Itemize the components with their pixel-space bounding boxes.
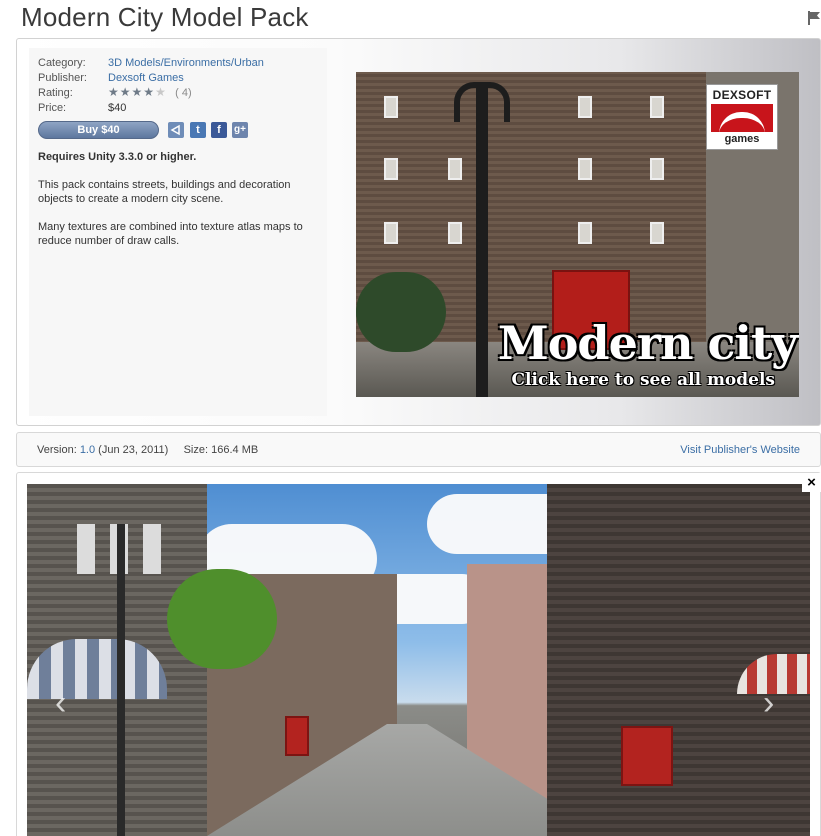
size-value: 166.4 MB (211, 444, 259, 456)
hero-window (384, 158, 398, 180)
red-box (621, 726, 673, 786)
star-icon: ★ (108, 85, 120, 99)
red-box (285, 716, 309, 756)
street-lamp-post (117, 524, 125, 836)
price-label: Price: (38, 102, 67, 114)
description-paragraph-2: Many textures are combined into texture … (38, 221, 303, 247)
hero-window (578, 222, 592, 244)
hero-caption-title: Modern city (497, 316, 798, 370)
hero-window (448, 158, 462, 180)
google-plus-icon[interactable]: g+ (232, 122, 248, 138)
size-label: Size: (183, 444, 209, 456)
version-date: (Jun 23, 2011) (98, 444, 169, 456)
star-icon: ★ (131, 85, 144, 99)
hero-shrub (356, 272, 446, 352)
flag-icon[interactable] (808, 11, 821, 25)
star-icon: ★ (143, 85, 156, 99)
page-title: Modern City Model Pack (21, 2, 309, 32)
publisher-website-link[interactable]: Visit Publisher's Website (680, 433, 800, 468)
unity-share-icon[interactable] (168, 122, 184, 138)
hero-window (578, 158, 592, 180)
rating-label: Rating: (38, 87, 73, 99)
screenshot-image[interactable]: ‹ › (27, 484, 810, 836)
hero-window (384, 96, 398, 118)
hero-window (650, 158, 664, 180)
dexsoft-logo: DEXSOFT games (706, 84, 778, 150)
hero-lamp-post (476, 82, 488, 397)
left-awning (27, 639, 167, 699)
buy-button[interactable]: Buy $40 (38, 121, 159, 139)
requirement-text: Requires Unity 3.3.0 or higher. (38, 151, 197, 163)
hero-banner-image[interactable]: DEXSOFT games Modern city Click here to … (356, 72, 799, 397)
price-value: $40 (108, 102, 127, 114)
hero-window (578, 96, 592, 118)
previous-arrow-icon[interactable]: ‹ (55, 684, 66, 723)
street-tree (167, 569, 277, 669)
star-empty-icon: ★ (155, 85, 167, 99)
description-paragraph-1: This pack contains streets, buildings an… (38, 179, 291, 205)
rating-stars: ★★★★★ ( 4) (108, 85, 192, 100)
logo-text-top: DEXSOFT (712, 88, 772, 102)
logo-emblem (711, 104, 773, 132)
version-link[interactable]: 1.0 (80, 444, 95, 456)
category-label: Category: (38, 57, 86, 69)
version-info: Version: 1.0 (Jun 23, 2011) Size: 166.4 … (37, 433, 258, 468)
next-arrow-icon[interactable]: › (763, 684, 774, 723)
hero-window (650, 96, 664, 118)
publisher-link[interactable]: Dexsoft Games (108, 71, 184, 85)
twitter-icon[interactable]: t (190, 122, 206, 138)
hero-window (448, 222, 462, 244)
version-label: Version: (37, 444, 77, 456)
hero-window (650, 222, 664, 244)
star-icon: ★ (119, 85, 132, 99)
category-link[interactable]: 3D Models/Environments/Urban (108, 56, 264, 70)
logo-text-bottom: games (724, 133, 760, 145)
version-bar: Version: 1.0 (Jun 23, 2011) Size: 166.4 … (16, 432, 821, 467)
facebook-icon[interactable]: f (211, 122, 227, 138)
publisher-label: Publisher: (38, 72, 87, 84)
rating-count[interactable]: ( 4) (175, 87, 192, 99)
hero-caption-subtitle: Click here to see all models (511, 370, 776, 390)
close-icon[interactable]: × (802, 473, 821, 492)
hero-window (384, 222, 398, 244)
